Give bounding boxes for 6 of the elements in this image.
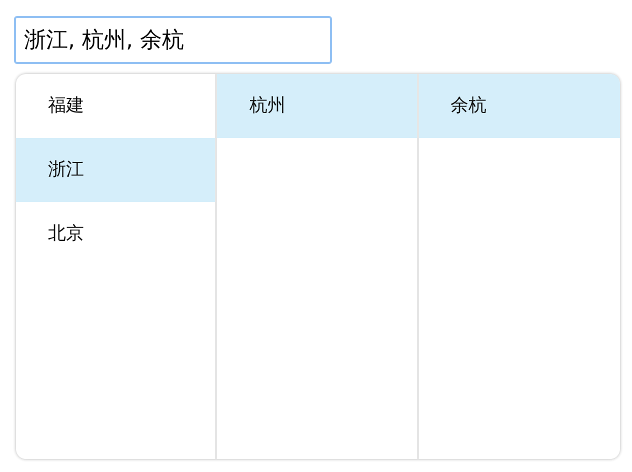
menu-option[interactable]: 杭州 bbox=[217, 74, 417, 138]
menu-option[interactable]: 余杭 bbox=[418, 74, 620, 138]
input-field[interactable]: 浙江, 杭州, 余杭 bbox=[14, 16, 332, 64]
menu-option[interactable]: 浙江 bbox=[16, 138, 216, 202]
menu-option[interactable]: 北京 bbox=[16, 202, 216, 266]
menu-option[interactable]: 福建 bbox=[16, 74, 216, 138]
